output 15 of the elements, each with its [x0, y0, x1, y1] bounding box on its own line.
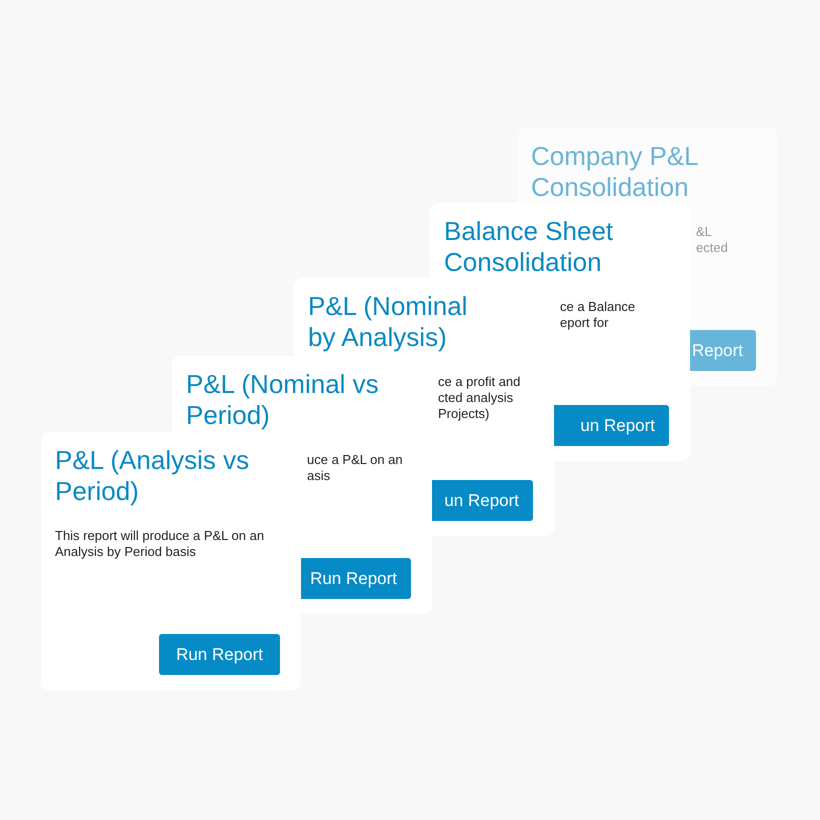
card-description: This report will produce a P&L on an Analysis by Period basis: [55, 528, 264, 560]
card-description: ce a Balance eport for: [560, 299, 636, 331]
run-report-button[interactable]: Run Report: [301, 558, 411, 599]
run-report-button[interactable]: un Report: [554, 405, 669, 446]
card-description: ce a profit and cted analysis Projects): [438, 374, 520, 422]
card-description: uce a P&L on an asis: [307, 452, 403, 484]
card-description: &L ected: [696, 224, 728, 256]
card-title: P&L (Nominal vs Period): [186, 369, 379, 431]
run-report-button[interactable]: Report: [690, 330, 756, 371]
card-title: Balance Sheet Consolidation: [444, 216, 614, 278]
card-title: Company P&L Consolidation: [531, 141, 699, 203]
card-title: P&L (Nominal by Analysis): [308, 291, 468, 353]
card-title: P&L (Analysis vs Period): [55, 445, 250, 507]
run-report-button[interactable]: un Report: [432, 480, 533, 521]
run-report-button[interactable]: Run Report: [159, 634, 280, 675]
